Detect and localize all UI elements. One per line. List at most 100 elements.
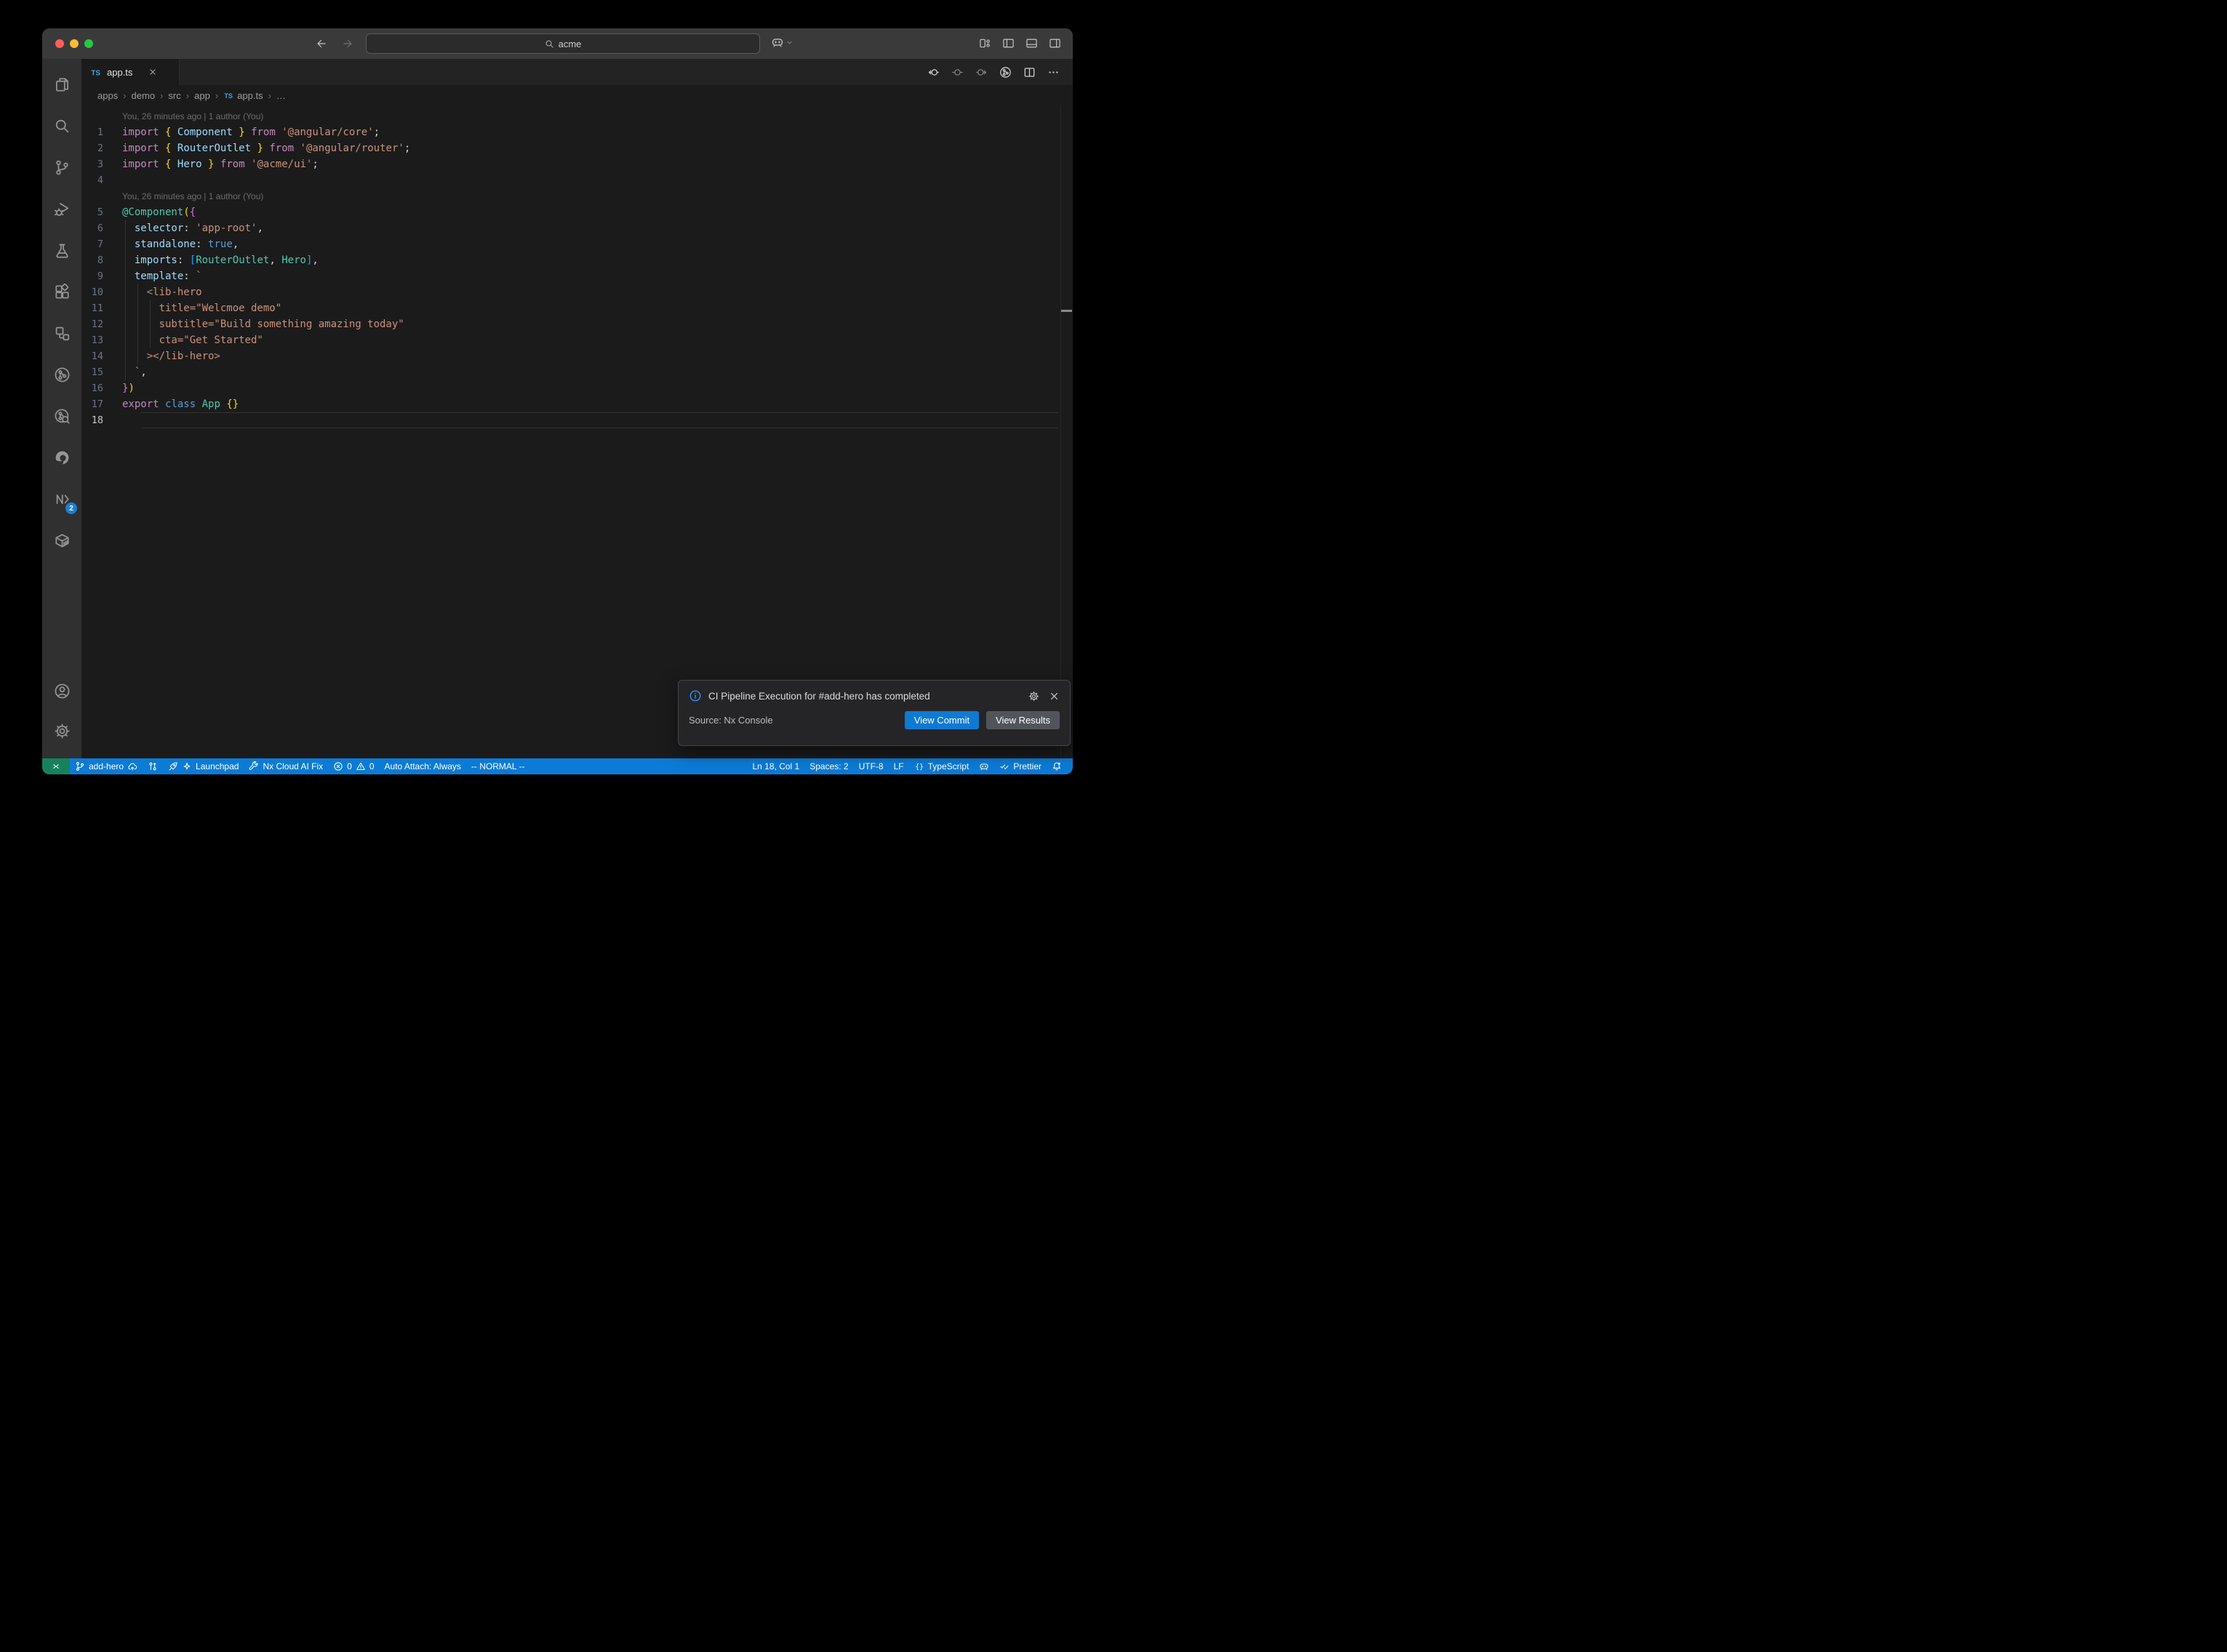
arrow-right-icon[interactable] bbox=[342, 38, 353, 49]
activity-item-nx-console[interactable]: 2 bbox=[42, 478, 81, 520]
status-label: Prettier bbox=[1013, 761, 1041, 771]
line-number[interactable]: 5 bbox=[81, 204, 122, 220]
gitlens-search-icon bbox=[54, 408, 71, 425]
activity-item-references[interactable] bbox=[42, 313, 81, 354]
overview-ruler[interactable] bbox=[1060, 105, 1073, 758]
code-content: imports: [RouterOutlet, Hero], bbox=[122, 252, 1073, 268]
layout-icon[interactable] bbox=[979, 37, 991, 49]
status-item-copilot[interactable] bbox=[974, 758, 994, 774]
line-number[interactable]: 17 bbox=[81, 396, 122, 412]
indent-guide bbox=[137, 316, 138, 332]
line-number[interactable]: 1 bbox=[81, 124, 122, 140]
search-input[interactable]: acme bbox=[366, 33, 760, 54]
line-number[interactable]: 6 bbox=[81, 220, 122, 236]
close-icon[interactable] bbox=[1049, 691, 1060, 702]
tab-bar-empty bbox=[180, 59, 927, 85]
activity-item-manage[interactable] bbox=[42, 711, 81, 751]
line-number[interactable]: 15 bbox=[81, 364, 122, 380]
tab-app-ts[interactable]: TS app.ts bbox=[81, 59, 180, 85]
ellipsis-icon[interactable] bbox=[1047, 66, 1060, 79]
activity-item-accounts[interactable] bbox=[42, 671, 81, 711]
close-window-button[interactable] bbox=[55, 39, 64, 48]
status-item-auto-attach[interactable]: Auto Attach: Always bbox=[380, 758, 466, 774]
panel-bottom-icon[interactable] bbox=[1025, 37, 1038, 49]
status-item-launchpad[interactable]: Launchpad bbox=[163, 758, 244, 774]
split-editor-icon[interactable] bbox=[1023, 66, 1036, 79]
status-item-prettier[interactable]: Prettier bbox=[994, 758, 1047, 774]
status-item-problems[interactable]: 00 bbox=[328, 758, 379, 774]
status-item-language-mode[interactable]: {}TypeScript bbox=[909, 758, 975, 774]
indent-guide bbox=[125, 300, 126, 316]
status-item-git-branch[interactable]: add-hero bbox=[70, 758, 143, 774]
breadcrumb-item-appts[interactable]: TSapp.ts bbox=[223, 90, 263, 101]
breadcrumb-item-app[interactable]: app bbox=[194, 90, 210, 101]
line-number[interactable]: 13 bbox=[81, 332, 122, 348]
open-next-change-icon[interactable] bbox=[975, 66, 988, 79]
open-change-icon[interactable] bbox=[951, 66, 964, 79]
code-editor[interactable]: You, 26 minutes ago | 1 author (You)1 imp… bbox=[81, 105, 1073, 758]
activity-item-gitlens[interactable] bbox=[42, 354, 81, 396]
line-number[interactable]: 2 bbox=[81, 140, 122, 156]
line-number[interactable]: 9 bbox=[81, 268, 122, 284]
panel-right-icon[interactable] bbox=[1049, 37, 1061, 49]
status-item-encoding[interactable]: UTF-8 bbox=[854, 758, 889, 774]
activity-item-search[interactable] bbox=[42, 105, 81, 147]
view-commit-button[interactable]: View Commit bbox=[905, 711, 979, 729]
code-content: <lib-hero bbox=[122, 284, 1073, 300]
gitlens-icon bbox=[54, 366, 71, 383]
activity-item-extensions[interactable] bbox=[42, 271, 81, 313]
panel-left-icon[interactable] bbox=[1002, 37, 1015, 49]
activity-item-gitlens-inspect[interactable] bbox=[42, 396, 81, 437]
activity-item-containers[interactable] bbox=[42, 520, 81, 561]
line-number[interactable]: 18 bbox=[81, 412, 122, 428]
code-line-5: 5@Component({ bbox=[81, 204, 1073, 220]
code-content: template: ` bbox=[122, 268, 1073, 284]
gear-icon[interactable] bbox=[1028, 691, 1039, 702]
line-number[interactable]: 11 bbox=[81, 300, 122, 316]
line-number[interactable]: 7 bbox=[81, 236, 122, 252]
gitlens-icon[interactable] bbox=[999, 66, 1012, 79]
close-icon[interactable] bbox=[148, 68, 157, 76]
line-number[interactable]: 4 bbox=[81, 172, 122, 188]
edge-icon bbox=[54, 449, 71, 466]
status-item-vim-mode[interactable]: -- NORMAL -- bbox=[466, 758, 530, 774]
blame-row: You, 26 minutes ago | 1 author (You) bbox=[81, 108, 1073, 124]
status-item-git-compare[interactable] bbox=[143, 758, 163, 774]
line-number[interactable]: 12 bbox=[81, 316, 122, 332]
line-number[interactable]: 16 bbox=[81, 380, 122, 396]
code-line-12: 12 subtitle="Build something amazing tod… bbox=[81, 316, 1073, 332]
activity-item-explorer[interactable] bbox=[42, 64, 81, 105]
arrow-left-icon[interactable] bbox=[316, 38, 327, 49]
breadcrumb-item-demo[interactable]: demo bbox=[132, 90, 156, 101]
status-item-notifications-bell[interactable] bbox=[1047, 758, 1067, 774]
breadcrumb-label: app bbox=[194, 90, 210, 101]
status-item-indentation[interactable]: Spaces: 2 bbox=[804, 758, 853, 774]
minimize-window-button[interactable] bbox=[70, 39, 79, 48]
status-item-nx-cloud-ai-fix[interactable]: Nx Cloud AI Fix bbox=[244, 758, 328, 774]
open-previous-change-icon[interactable] bbox=[927, 66, 940, 79]
line-number[interactable]: 10 bbox=[81, 284, 122, 300]
line-number[interactable] bbox=[81, 188, 122, 204]
activity-bottom-items bbox=[42, 671, 81, 751]
breadcrumb-item-apps[interactable]: apps bbox=[97, 90, 118, 101]
activity-item-run-and-debug[interactable] bbox=[42, 188, 81, 230]
breadcrumb-item-[interactable]: … bbox=[276, 90, 286, 101]
code-line-17: 17export class App {} bbox=[81, 396, 1073, 412]
activity-item-edge-devtools[interactable] bbox=[42, 437, 81, 478]
activity-item-testing[interactable] bbox=[42, 230, 81, 271]
search-icon bbox=[545, 39, 554, 49]
activity-item-source-control[interactable] bbox=[42, 147, 81, 188]
code-content: subtitle="Build something amazing today" bbox=[122, 316, 1073, 332]
line-number[interactable]: 3 bbox=[81, 156, 122, 172]
zoom-window-button[interactable] bbox=[84, 39, 93, 48]
indent-guide bbox=[125, 220, 126, 236]
line-number[interactable] bbox=[81, 108, 122, 124]
breadcrumb-item-src[interactable]: src bbox=[168, 90, 180, 101]
status-item-cursor-position[interactable]: Ln 18, Col 1 bbox=[748, 758, 805, 774]
line-number[interactable]: 14 bbox=[81, 348, 122, 364]
line-number[interactable]: 8 bbox=[81, 252, 122, 268]
view-results-button[interactable]: View Results bbox=[986, 711, 1060, 729]
status-item-eol[interactable]: LF bbox=[889, 758, 909, 774]
copilot-menu-button[interactable] bbox=[771, 36, 793, 49]
remote-indicator[interactable] bbox=[42, 758, 70, 774]
